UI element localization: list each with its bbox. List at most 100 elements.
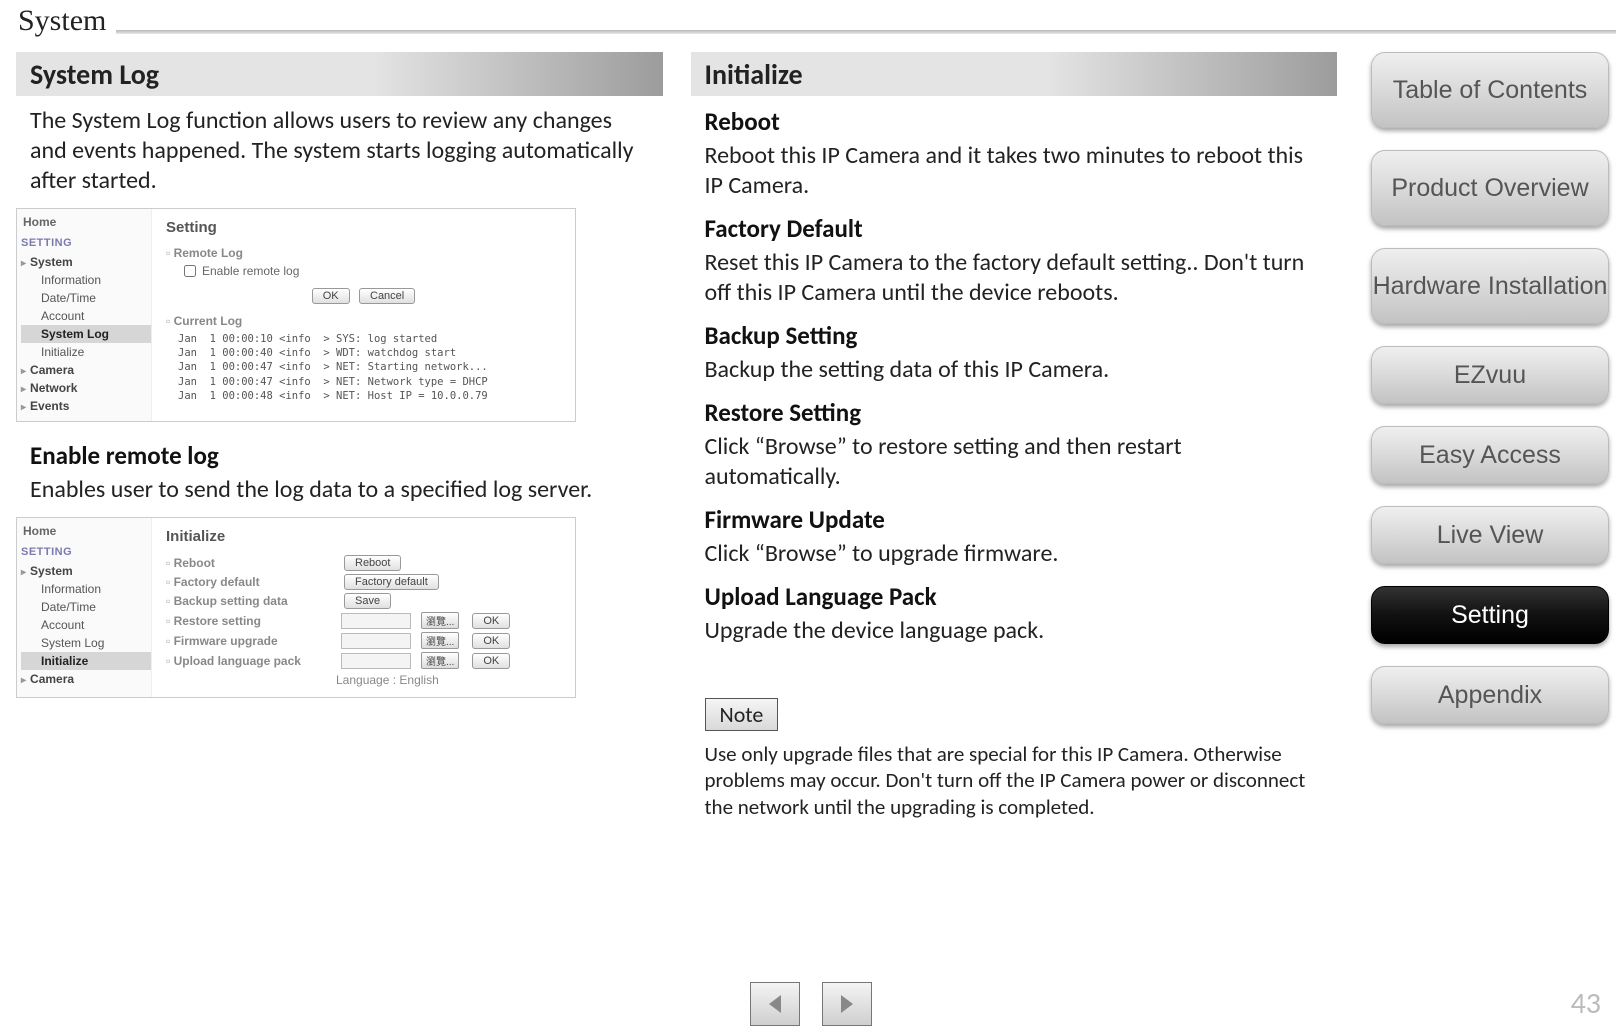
restore-heading: Restore Setting [705, 397, 1324, 428]
note-body: Use only upgrade files that are special … [705, 741, 1324, 820]
page-title: System [18, 4, 116, 40]
shot2-group: SETTING [21, 546, 151, 558]
init-row-label: Factory default [166, 575, 331, 589]
shot2-home: Home [21, 524, 151, 538]
content: System Log The System Log function allow… [12, 52, 1341, 1032]
restore-body: Click “Browse” to restore setting and th… [705, 432, 1324, 492]
shot2-nav-items: SystemInformationDate/TimeAccountSystem … [21, 562, 151, 688]
nav-item: System Log [21, 634, 151, 652]
init-row-label: Firmware upgrade [166, 634, 331, 648]
nav-item: Initialize [21, 652, 151, 670]
shot1-home: Home [21, 215, 151, 229]
firmware-body: Click “Browse” to upgrade firmware. [705, 539, 1324, 569]
ok-button[interactable]: OK [312, 288, 350, 304]
nav-easy-access[interactable]: Easy Access [1371, 426, 1609, 484]
shot2-rows: RebootRebootFactory defaultFactory defau… [166, 555, 561, 669]
shot2-nav: Home SETTING SystemInformationDate/TimeA… [17, 518, 152, 697]
nav-item: Camera [21, 670, 151, 688]
nav-ezvuu[interactable]: EZvuu [1371, 346, 1609, 404]
shot1-enable-remote: Enable remote log [184, 264, 561, 278]
reboot-heading: Reboot [705, 106, 1324, 137]
section-bar-system-log: System Log [16, 52, 663, 96]
next-page-button[interactable] [822, 982, 872, 1026]
backup-body: Backup the setting data of this IP Camer… [705, 355, 1324, 385]
system-log-intro: The System Log function allows users to … [30, 106, 649, 196]
file-input[interactable] [341, 653, 411, 669]
nav-item: Initialize [21, 343, 151, 361]
arrow-left-icon [763, 992, 787, 1016]
cancel-button[interactable]: Cancel [359, 288, 415, 304]
shot2-language: Language : English [336, 673, 561, 687]
factory-heading: Factory Default [705, 213, 1324, 244]
reboot-body: Reboot this IP Camera and it takes two m… [705, 141, 1324, 201]
nav-item: System Log [21, 325, 151, 343]
init-button[interactable]: Reboot [344, 555, 401, 571]
nav-live-view[interactable]: Live View [1371, 506, 1609, 564]
ok-button[interactable]: OK [472, 633, 510, 649]
nav-item: Network [21, 379, 151, 397]
backup-heading: Backup Setting [705, 320, 1324, 351]
nav-setting[interactable]: Setting [1371, 586, 1609, 644]
nav-item: Camera [21, 361, 151, 379]
side-nav: Table of Contents Product Overview Hardwar… [1371, 52, 1609, 724]
enable-remote-body: Enables user to send the log data to a s… [30, 475, 649, 505]
note-label: Note [705, 698, 779, 731]
shot1-title: Setting [166, 219, 561, 236]
shot1-buttons: OK Cancel [166, 288, 561, 304]
init-row: Restore setting 瀏覽... OK [166, 612, 561, 629]
header-rule [116, 30, 1616, 34]
init-row-label: Upload language pack [166, 654, 331, 668]
init-row: Backup setting data Save [166, 593, 561, 609]
page-header: System [18, 0, 1621, 40]
screenshot-system-log: Home SETTING SystemInformationDate/TimeA… [16, 208, 576, 422]
nav-product-overview[interactable]: Product Overview [1371, 150, 1609, 226]
nav-item: Events [21, 397, 151, 415]
arrow-right-icon [835, 992, 859, 1016]
shot1-log-lines: Jan 1 00:00:10 <info > SYS: log startedJ… [166, 332, 561, 403]
shot1-main: Setting Remote Log Enable remote log OK … [152, 209, 575, 421]
prev-page-button[interactable] [750, 982, 800, 1026]
shot1-remote-group: Remote Log [166, 246, 561, 260]
init-row: Firmware upgrade 瀏覽... OK [166, 632, 561, 649]
log-line: Jan 1 00:00:47 <info > NET: Starting net… [178, 360, 561, 374]
file-input[interactable] [341, 633, 411, 649]
browse-button[interactable]: 瀏覽... [421, 632, 459, 649]
screenshot-initialize: Home SETTING SystemInformationDate/TimeA… [16, 517, 576, 698]
init-row-label: Restore setting [166, 614, 331, 628]
factory-body: Reset this IP Camera to the factory defa… [705, 248, 1324, 308]
init-row: Upload language pack 瀏覽... OK [166, 652, 561, 669]
init-button[interactable]: Save [344, 593, 391, 609]
shot1-current-log: Current Log [166, 314, 561, 328]
right-column: Initialize Reboot Reboot this IP Camera … [687, 52, 1342, 1032]
langpack-heading: Upload Language Pack [705, 581, 1324, 612]
log-line: Jan 1 00:00:48 <info > NET: Host IP = 10… [178, 389, 561, 403]
browse-button[interactable]: 瀏覽... [421, 612, 459, 629]
nav-appendix[interactable]: Appendix [1371, 666, 1609, 724]
ok-button[interactable]: OK [472, 653, 510, 669]
nav-hardware-installation[interactable]: Hardware Installation [1371, 248, 1609, 324]
section-bar-initialize: Initialize [691, 52, 1338, 96]
nav-item: System [21, 253, 151, 271]
nav-item: Information [21, 580, 151, 598]
nav-item: Date/Time [21, 598, 151, 616]
file-input[interactable] [341, 613, 411, 629]
nav-item: System [21, 562, 151, 580]
shot1-nav-items: SystemInformationDate/TimeAccountSystem … [21, 253, 151, 415]
init-button[interactable]: Factory default [344, 574, 439, 590]
enable-remote-heading: Enable remote log [30, 440, 649, 471]
langpack-body: Upgrade the device language pack. [705, 616, 1324, 646]
nav-item: Account [21, 307, 151, 325]
log-line: Jan 1 00:00:10 <info > SYS: log started [178, 332, 561, 346]
shot2-main: Initialize RebootRebootFactory defaultFa… [152, 518, 575, 697]
init-row: RebootReboot [166, 555, 561, 571]
ok-button[interactable]: OK [472, 613, 510, 629]
log-line: Jan 1 00:00:40 <info > WDT: watchdog sta… [178, 346, 561, 360]
nav-table-of-contents[interactable]: Table of Contents [1371, 52, 1609, 128]
nav-item: Information [21, 271, 151, 289]
init-row-label: Backup setting data [166, 594, 331, 608]
nav-item: Account [21, 616, 151, 634]
page-number: 43 [1571, 985, 1601, 1022]
init-row: Factory default Factory default [166, 574, 561, 590]
browse-button[interactable]: 瀏覽... [421, 652, 459, 669]
enable-remote-checkbox[interactable] [184, 265, 196, 277]
